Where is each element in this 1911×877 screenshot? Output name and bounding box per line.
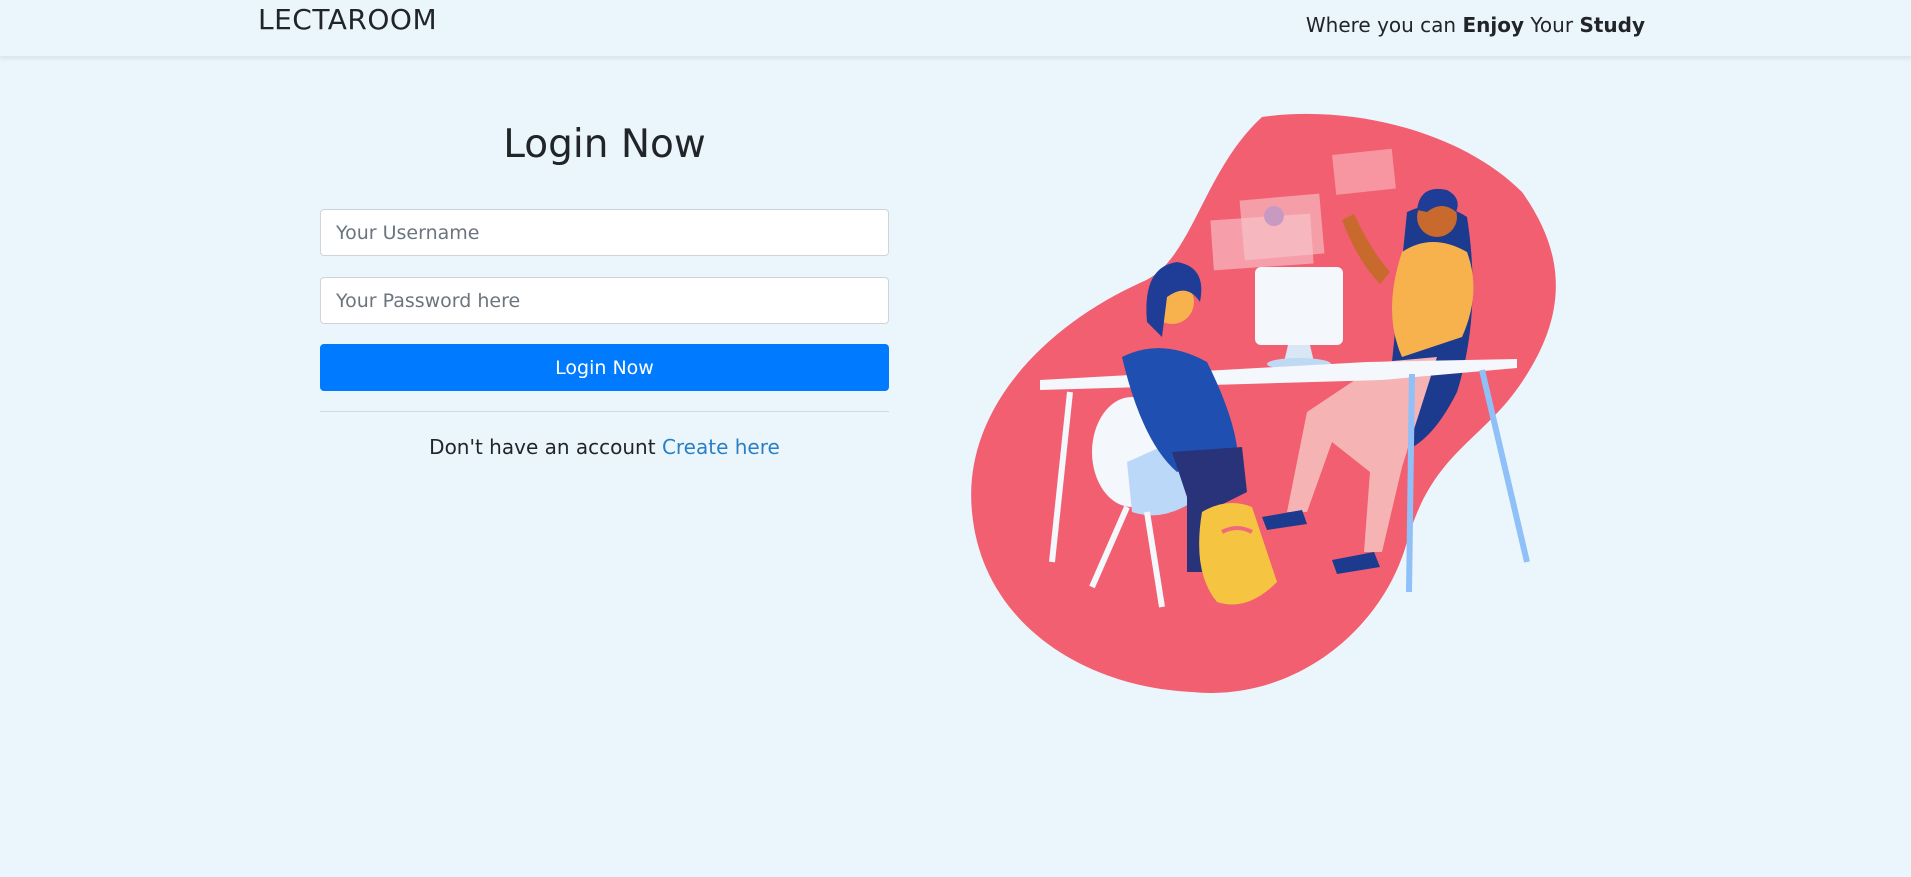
tagline: Where you can Enjoy Your Study	[1306, 13, 1645, 37]
study-illustration	[971, 113, 1556, 693]
divider	[320, 411, 889, 412]
brand-logo[interactable]: LECTAROOM	[258, 3, 437, 36]
username-input[interactable]	[320, 209, 889, 256]
desk-leg	[1406, 373, 1415, 593]
tagline-study: Study	[1579, 13, 1645, 37]
floating-avatar	[1264, 206, 1284, 226]
create-account-link[interactable]: Create here	[662, 435, 780, 459]
signup-prompt: Don't have an account Create here	[320, 435, 889, 459]
tagline-enjoy: Enjoy	[1462, 13, 1525, 37]
login-panel: Login Now Login Now Don't have an accoun…	[320, 115, 889, 459]
tagline-prefix: Where you can	[1305, 13, 1463, 37]
login-button[interactable]: Login Now	[320, 344, 889, 391]
monitor	[1255, 267, 1343, 345]
top-navbar: LECTAROOM Where you can Enjoy Your Study	[0, 0, 1911, 57]
floating-card	[1332, 148, 1396, 195]
tagline-mid: Your	[1524, 13, 1580, 37]
password-input[interactable]	[320, 277, 889, 324]
signup-prompt-text: Don't have an account	[429, 435, 662, 459]
login-title: Login Now	[503, 122, 706, 167]
floating-card	[1210, 213, 1314, 271]
